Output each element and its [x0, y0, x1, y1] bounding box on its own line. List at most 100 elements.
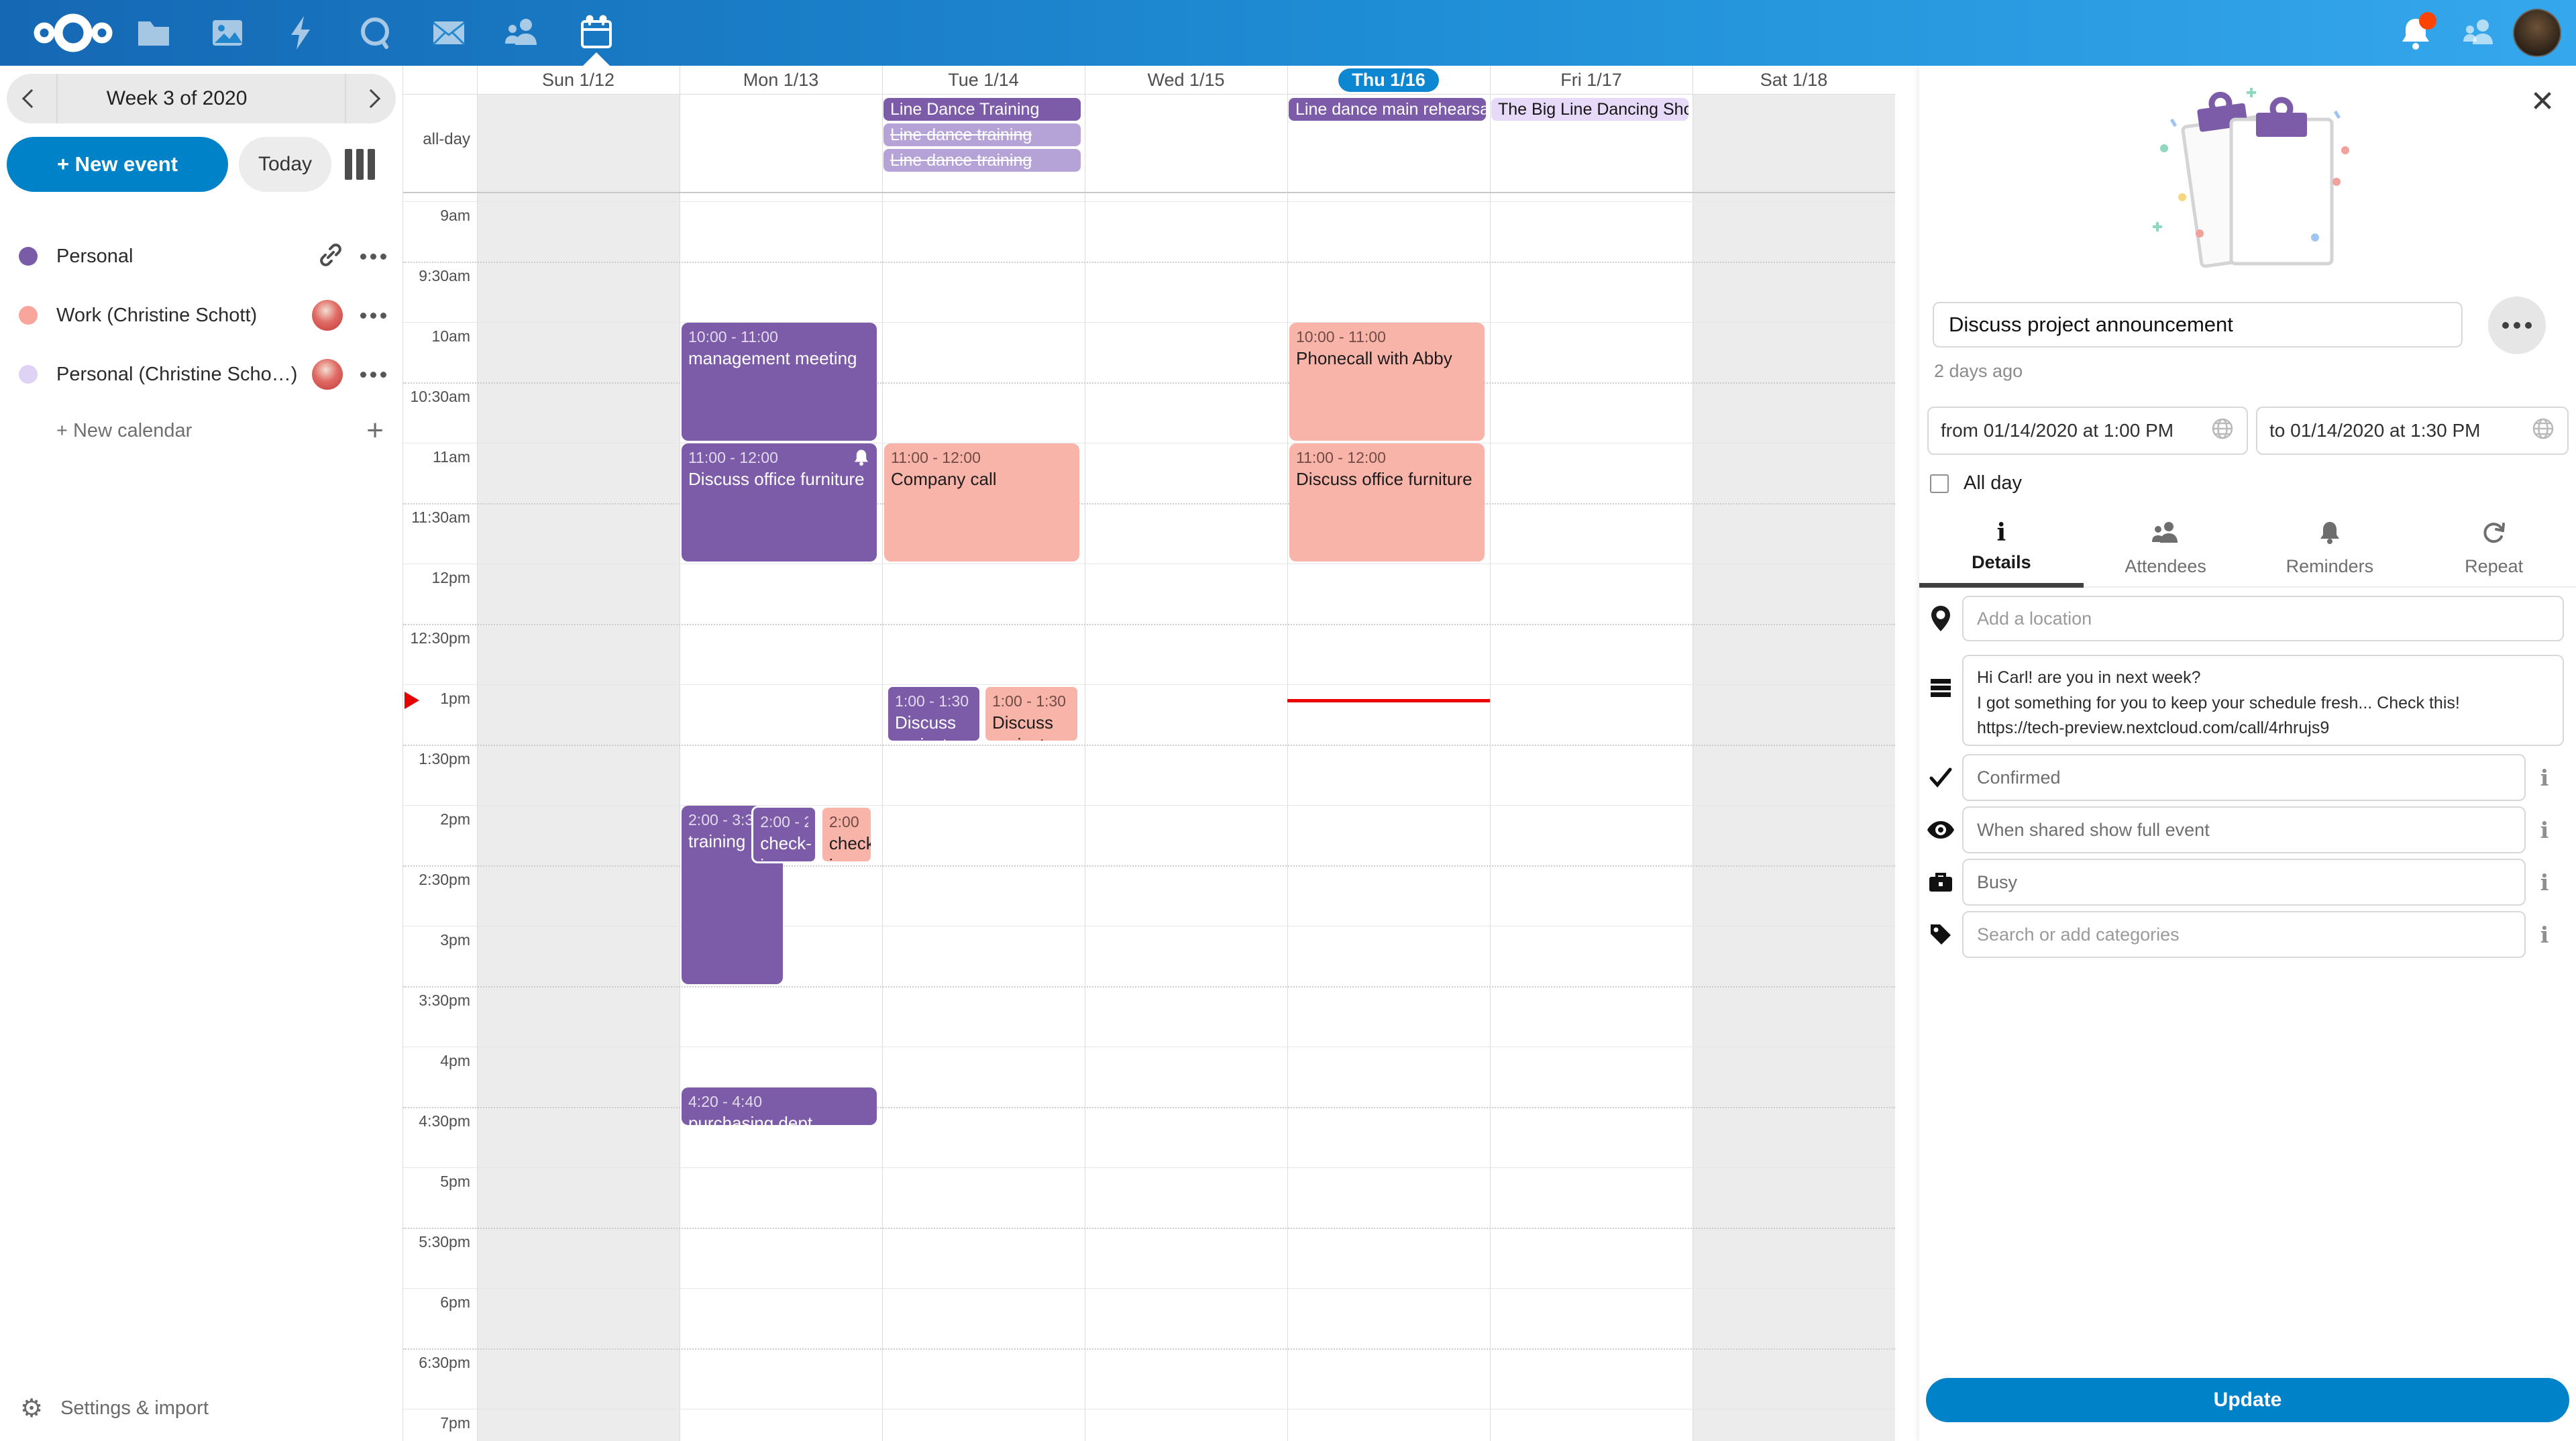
day-header-wed[interactable]: Wed 1/15: [1085, 66, 1287, 94]
tab-repeat[interactable]: Repeat: [2412, 517, 2576, 586]
all-day-event[interactable]: Line dance training: [883, 123, 1081, 146]
week-label[interactable]: Week 3 of 2020: [107, 87, 248, 110]
event-time: 11:00 - 12:00: [891, 447, 1073, 468]
tab-reminders[interactable]: Reminders: [2248, 517, 2412, 586]
reminder-bell-icon: [853, 449, 870, 466]
share-link-icon[interactable]: [319, 243, 343, 270]
event-title: Discuss office furniture: [1296, 468, 1478, 490]
event-illustration: [2114, 85, 2382, 279]
next-week-button[interactable]: [345, 74, 396, 123]
day-header-tue[interactable]: Tue 1/14: [882, 66, 1085, 94]
contacts-menu-icon[interactable]: [2461, 15, 2497, 51]
all-day-toggle[interactable]: All day: [1930, 472, 2022, 494]
timezone-globe-icon[interactable]: [2531, 417, 2555, 445]
info-icon[interactable]: i: [2526, 817, 2563, 843]
event-start-input[interactable]: from 01/14/2020 at 1:00 PM: [1927, 407, 2248, 455]
event[interactable]: 11:00 - 12:00 Company call: [884, 443, 1079, 562]
day-header-sat[interactable]: Sat 1/18: [1693, 66, 1895, 94]
categories-input[interactable]: [1962, 911, 2526, 958]
property-select[interactable]: When shared show full event: [1962, 806, 2526, 853]
close-icon[interactable]: ✕: [2528, 87, 2557, 117]
all-day-event[interactable]: Line dance main rehearsal: [1289, 98, 1486, 121]
property-select[interactable]: Confirmed: [1962, 754, 2526, 801]
event[interactable]: 2:00 - 2:30 check-in: [751, 806, 817, 863]
previous-week-button[interactable]: [7, 74, 58, 123]
active-app-notch: [583, 52, 610, 66]
event-actions-menu-icon[interactable]: [2488, 297, 2546, 354]
day-header-sun[interactable]: Sun 1/12: [477, 66, 680, 94]
new-calendar-button[interactable]: + New calendar +: [0, 401, 402, 460]
repeat-icon: [2481, 521, 2507, 549]
app-mail-icon[interactable]: [429, 13, 468, 52]
event-title-input[interactable]: [1933, 302, 2463, 348]
calendar-list-item[interactable]: Work (Christine Schott): [0, 286, 402, 345]
all-day-event[interactable]: The Big Line Dancing Show: [1491, 98, 1688, 121]
today-button[interactable]: Today: [239, 137, 331, 192]
app-contacts-icon[interactable]: [503, 13, 542, 52]
slot-line: [403, 684, 1895, 685]
timezone-globe-icon[interactable]: [2210, 417, 2235, 445]
editor-tabs: i Details Attendees Reminders Repeat: [1919, 517, 2576, 586]
event[interactable]: 10:00 - 11:00 Phonecall with Abby: [1289, 323, 1485, 441]
event-time: 1:00 - 1:30: [895, 691, 973, 712]
event-title: check-in: [829, 833, 865, 863]
tab-details[interactable]: i Details: [1919, 517, 2084, 586]
notifications-bell-icon[interactable]: [2398, 15, 2434, 51]
app-photos-icon[interactable]: [208, 13, 247, 52]
chevron-right-icon: [362, 89, 380, 108]
settings-import-button[interactable]: ⚙ Settings & import: [0, 1385, 402, 1432]
check-icon: [1919, 767, 1962, 788]
calendar-list-item[interactable]: Personal (Christine Scho…): [0, 345, 402, 404]
event[interactable]: 1:00 - 1:30 Discuss project: [983, 685, 1079, 743]
app-activity-icon[interactable]: [282, 13, 321, 52]
app-talk-icon[interactable]: [356, 13, 394, 52]
update-button[interactable]: Update: [1926, 1378, 2569, 1422]
owner-avatar: [312, 300, 343, 331]
nextcloud-logo[interactable]: [30, 9, 117, 56]
event-title: Discuss project announcement: [895, 712, 973, 743]
slot-line: [403, 1288, 1895, 1289]
app-files-icon[interactable]: [134, 13, 173, 52]
event-end-input[interactable]: to 01/14/2020 at 1:30 PM: [2256, 407, 2569, 455]
all-day-checkbox[interactable]: [1930, 474, 1949, 493]
day-header-thu[interactable]: Thu 1/16: [1287, 66, 1490, 94]
calendar-list-item[interactable]: Personal: [0, 227, 402, 286]
all-day-event[interactable]: Line Dance Training: [883, 98, 1081, 121]
grid-line: [882, 66, 883, 1441]
calendar-week-grid: Sun 1/12Mon 1/13Tue 1/14Wed 1/15 Thu 1/16…: [402, 66, 1895, 1441]
event-start-value: from 01/14/2020 at 1:00 PM: [1941, 420, 2174, 441]
app-calendar-icon[interactable]: [577, 13, 616, 52]
event-title: check-in: [760, 833, 808, 863]
today-pill: Thu 1/16: [1338, 68, 1439, 92]
property-select[interactable]: Busy: [1962, 859, 2526, 906]
slot-line: [403, 745, 1895, 746]
info-icon[interactable]: i: [2526, 922, 2563, 948]
info-icon[interactable]: i: [2526, 869, 2563, 896]
event[interactable]: 4:20 - 4:40 purchasing dept: [682, 1087, 877, 1125]
event-title: Phonecall with Abby: [1296, 348, 1478, 370]
calendar-menu-icon[interactable]: [360, 313, 386, 319]
all-day-event[interactable]: Line dance training: [883, 149, 1081, 172]
description-textarea[interactable]: [1962, 655, 2564, 746]
time-label: 10am: [403, 327, 470, 345]
event[interactable]: 11:00 - 12:00 Discuss office furniture: [682, 443, 877, 562]
view-toggle-columns-icon[interactable]: [345, 149, 378, 180]
location-input[interactable]: [1962, 596, 2564, 641]
calendar-color-dot: [19, 365, 38, 384]
info-icon[interactable]: i: [2526, 765, 2563, 791]
user-avatar[interactable]: [2513, 9, 2561, 57]
event[interactable]: 10:00 - 11:00 management meeting: [682, 323, 877, 441]
calendar-menu-icon[interactable]: [360, 254, 386, 260]
event[interactable]: 11:00 - 12:00 Discuss office furniture: [1289, 443, 1485, 562]
event[interactable]: 1:00 - 1:30 Discuss project announcement: [886, 685, 981, 743]
day-header-mon[interactable]: Mon 1/13: [680, 66, 882, 94]
property-row: Confirmedi: [1919, 754, 2576, 801]
day-header-fri[interactable]: Fri 1/17: [1490, 66, 1693, 94]
calendar-menu-icon[interactable]: [360, 372, 386, 378]
tab-attendees[interactable]: Attendees: [2084, 517, 2248, 586]
new-event-button[interactable]: + New event: [7, 137, 228, 192]
time-label: 10:30am: [403, 388, 470, 406]
property-row: When shared show full eventi: [1919, 806, 2576, 853]
grid-line: [1287, 66, 1288, 1441]
event[interactable]: 2:00 - 2:30 check-in: [820, 806, 873, 863]
